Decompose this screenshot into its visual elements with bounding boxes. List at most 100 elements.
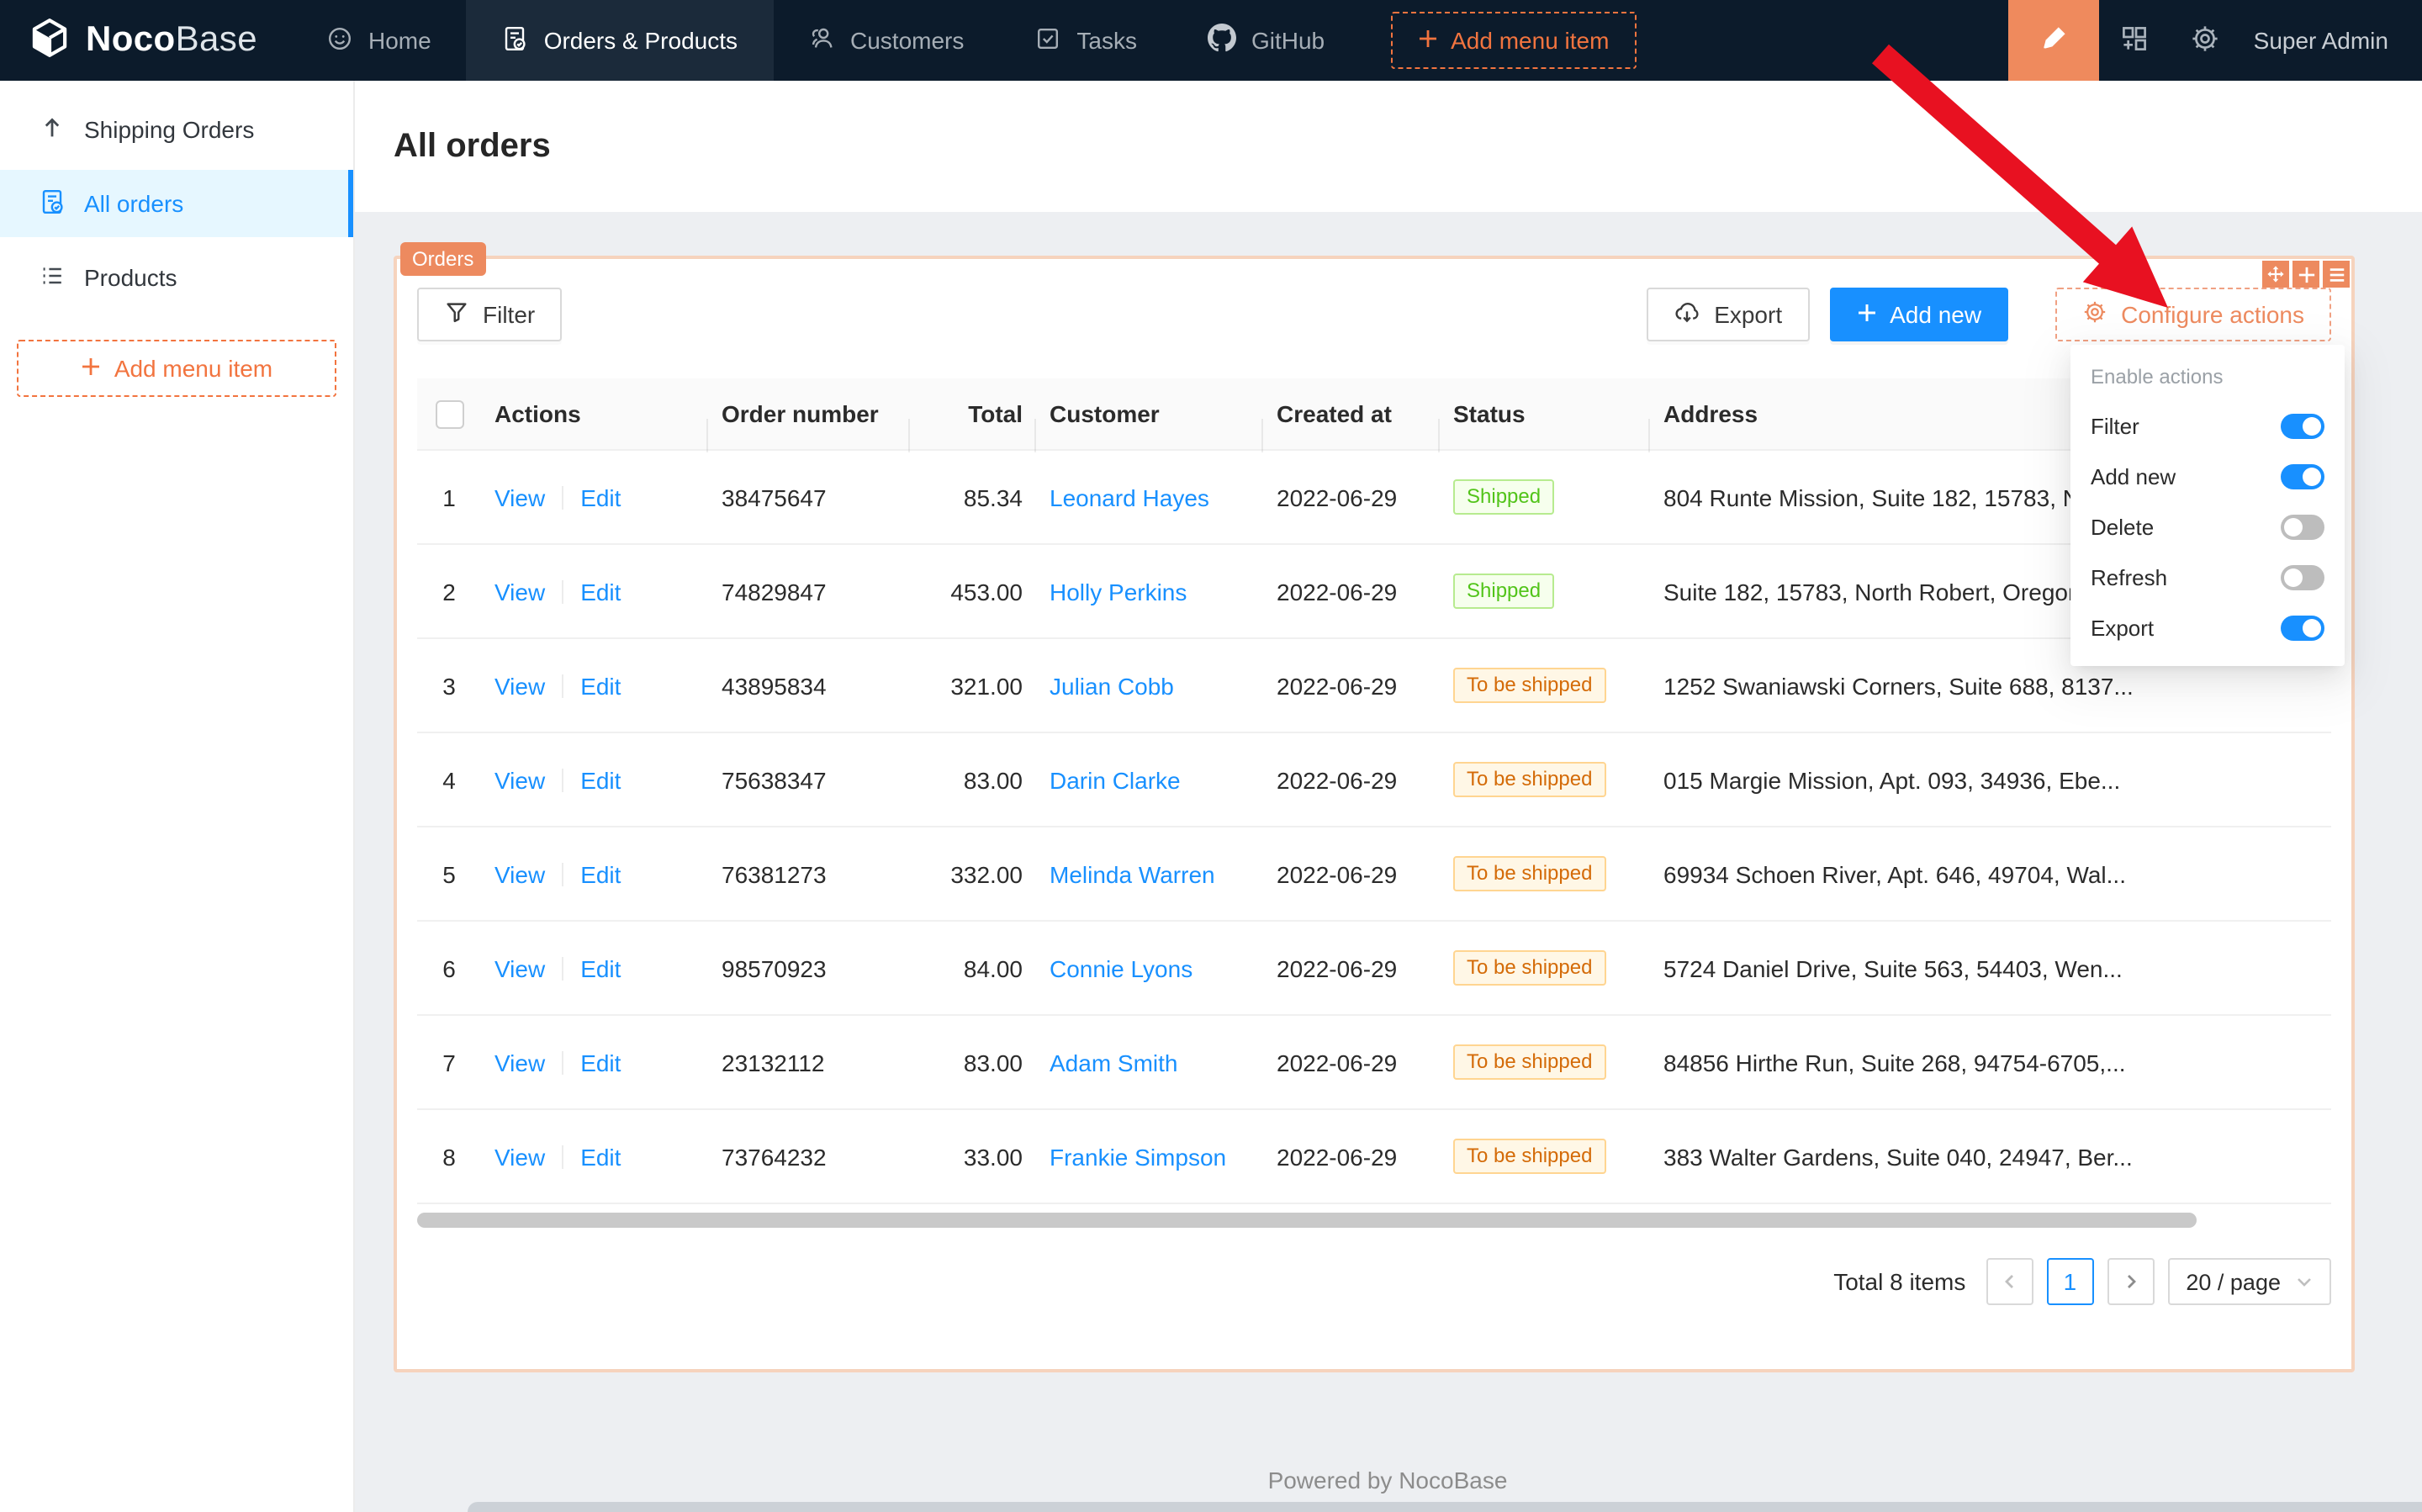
nav-item-customers[interactable]: Customers xyxy=(773,0,999,81)
add-new-button[interactable]: Add new xyxy=(1829,288,2008,341)
powered-by-footer: Powered by NocoBase xyxy=(353,1467,2422,1493)
address-cell: 383 Walter Gardens, Suite 040, 24947, Be… xyxy=(1650,1143,2331,1170)
export-button[interactable]: Export xyxy=(1647,288,1809,341)
edit-link[interactable]: Edit xyxy=(580,672,621,699)
status-badge: Shipped xyxy=(1453,574,1554,609)
created-at-cell: 2022-06-29 xyxy=(1263,954,1440,981)
sidebar-item-label: All orders xyxy=(84,190,183,217)
user-menu[interactable]: Super Admin xyxy=(2240,27,2422,54)
scrollbar-thumb[interactable] xyxy=(417,1213,2197,1228)
funnel-icon xyxy=(444,299,469,330)
prev-page-button[interactable] xyxy=(1986,1258,2033,1305)
toggle-switch[interactable] xyxy=(2281,564,2324,589)
settings-button[interactable] xyxy=(2170,0,2240,81)
table-row: 1ViewEdit3847564785.34Leonard Hayes2022-… xyxy=(417,451,2331,545)
sidebar-add-menu-item-button[interactable]: Add menu item xyxy=(17,340,336,397)
view-link[interactable]: View xyxy=(494,578,545,605)
address-text: 383 Walter Gardens, Suite 040, 24947, Be… xyxy=(1663,1143,2133,1170)
column-header-total: Total xyxy=(910,400,1036,427)
view-link[interactable]: View xyxy=(494,672,545,699)
logo-text: NocoBase xyxy=(86,20,257,61)
edit-link[interactable]: Edit xyxy=(580,1049,621,1076)
nocobase-logo[interactable]: NocoBase xyxy=(0,17,291,64)
status-cell: To be shipped xyxy=(1440,668,1650,703)
view-link[interactable]: View xyxy=(494,860,545,887)
nav-item-github[interactable]: GitHub xyxy=(1172,0,1360,81)
status-badge: To be shipped xyxy=(1453,1044,1605,1080)
filter-label: Filter xyxy=(483,301,535,328)
created-at-cell: 2022-06-29 xyxy=(1263,1143,1440,1170)
view-link[interactable]: View xyxy=(494,954,545,981)
edit-link[interactable]: Edit xyxy=(580,578,621,605)
order-number-cell: 98570923 xyxy=(708,954,910,981)
add-block-icon[interactable] xyxy=(2292,261,2319,288)
address-cell: 69934 Schoen River, Apt. 646, 49704, Wal… xyxy=(1650,860,2331,887)
order-number-cell: 75638347 xyxy=(708,766,910,793)
nav-item-label: GitHub xyxy=(1251,27,1325,54)
plugins-button[interactable] xyxy=(2099,0,2170,81)
customer-cell: Holly Perkins xyxy=(1036,578,1263,605)
customer-link[interactable]: Adam Smith xyxy=(1050,1049,1178,1076)
enable-action-item-delete[interactable]: Delete xyxy=(2070,501,2345,552)
edit-link[interactable]: Edit xyxy=(580,860,621,887)
sidebar-item-shipping-orders[interactable]: Shipping Orders xyxy=(0,96,353,163)
created-at-cell: 2022-06-29 xyxy=(1263,1049,1440,1076)
nocobase-app: NocoBase Home xyxy=(0,0,2422,1512)
enable-action-item-add-new[interactable]: Add new xyxy=(2070,451,2345,501)
customer-link[interactable]: Darin Clarke xyxy=(1050,766,1181,793)
status-cell: Shipped xyxy=(1440,479,1650,515)
status-badge: To be shipped xyxy=(1453,762,1605,797)
next-page-button[interactable] xyxy=(2107,1258,2154,1305)
enable-action-item-export[interactable]: Export xyxy=(2070,602,2345,653)
row-actions: View Edit xyxy=(481,484,708,510)
total-cell: 85.34 xyxy=(910,484,1036,510)
customer-link[interactable]: Melinda Warren xyxy=(1050,860,1215,887)
configure-actions-button[interactable]: Configure actions xyxy=(2055,288,2331,341)
ui-editor-toggle-button[interactable] xyxy=(2008,0,2099,81)
toggle-switch[interactable] xyxy=(2281,615,2324,640)
page-size-select[interactable]: 20 / page xyxy=(2167,1258,2331,1305)
sidebar-item-products[interactable]: Products xyxy=(0,244,353,311)
toggle-switch[interactable] xyxy=(2281,514,2324,539)
table-toolbar: Filter Export xyxy=(417,288,2331,341)
enable-action-item-filter[interactable]: Filter xyxy=(2070,400,2345,451)
page-number-button[interactable]: 1 xyxy=(2046,1258,2093,1305)
view-link[interactable]: View xyxy=(494,484,545,510)
customer-link[interactable]: Holly Perkins xyxy=(1050,578,1187,605)
block-menu-icon[interactable] xyxy=(2323,261,2350,288)
main-nav-menu: Home Orders & Products xyxy=(291,0,1360,81)
toggle-switch[interactable] xyxy=(2281,413,2324,438)
edit-link[interactable]: Edit xyxy=(580,954,621,981)
edit-link[interactable]: Edit xyxy=(580,484,621,510)
enable-action-item-refresh[interactable]: Refresh xyxy=(2070,552,2345,602)
total-cell: 332.00 xyxy=(910,860,1036,887)
edit-link[interactable]: Edit xyxy=(580,766,621,793)
sidebar-item-all-orders[interactable]: All orders xyxy=(0,170,353,237)
customer-cell: Melinda Warren xyxy=(1036,860,1263,887)
customer-link[interactable]: Julian Cobb xyxy=(1050,672,1174,699)
nav-add-menu-item-button[interactable]: Add menu item xyxy=(1390,12,1636,69)
edit-link[interactable]: Edit xyxy=(580,1143,621,1170)
row-index: 4 xyxy=(417,766,481,793)
nav-item-home[interactable]: Home xyxy=(291,0,467,81)
customer-cell: Julian Cobb xyxy=(1036,672,1263,699)
customer-link[interactable]: Frankie Simpson xyxy=(1050,1143,1226,1170)
filter-button[interactable]: Filter xyxy=(417,288,562,341)
view-link[interactable]: View xyxy=(494,1049,545,1076)
created-at-cell: 2022-06-29 xyxy=(1263,766,1440,793)
view-link[interactable]: View xyxy=(494,766,545,793)
row-actions: View Edit xyxy=(481,860,708,887)
drag-handle-icon[interactable] xyxy=(2262,261,2289,288)
customer-link[interactable]: Connie Lyons xyxy=(1050,954,1192,981)
select-all-checkbox[interactable] xyxy=(435,399,463,428)
column-header-status: Status xyxy=(1440,400,1650,427)
nav-item-orders-products[interactable]: Orders & Products xyxy=(467,0,773,81)
created-at-cell: 2022-06-29 xyxy=(1263,578,1440,605)
nav-item-tasks[interactable]: Tasks xyxy=(999,0,1172,81)
row-actions: View Edit xyxy=(481,766,708,793)
view-link[interactable]: View xyxy=(494,1143,545,1170)
orders-table: Actions Order number Total Customer Crea… xyxy=(417,378,2331,1204)
cloud-download-icon xyxy=(1674,299,1700,330)
customer-link[interactable]: Leonard Hayes xyxy=(1050,484,1209,510)
toggle-switch[interactable] xyxy=(2281,463,2324,489)
